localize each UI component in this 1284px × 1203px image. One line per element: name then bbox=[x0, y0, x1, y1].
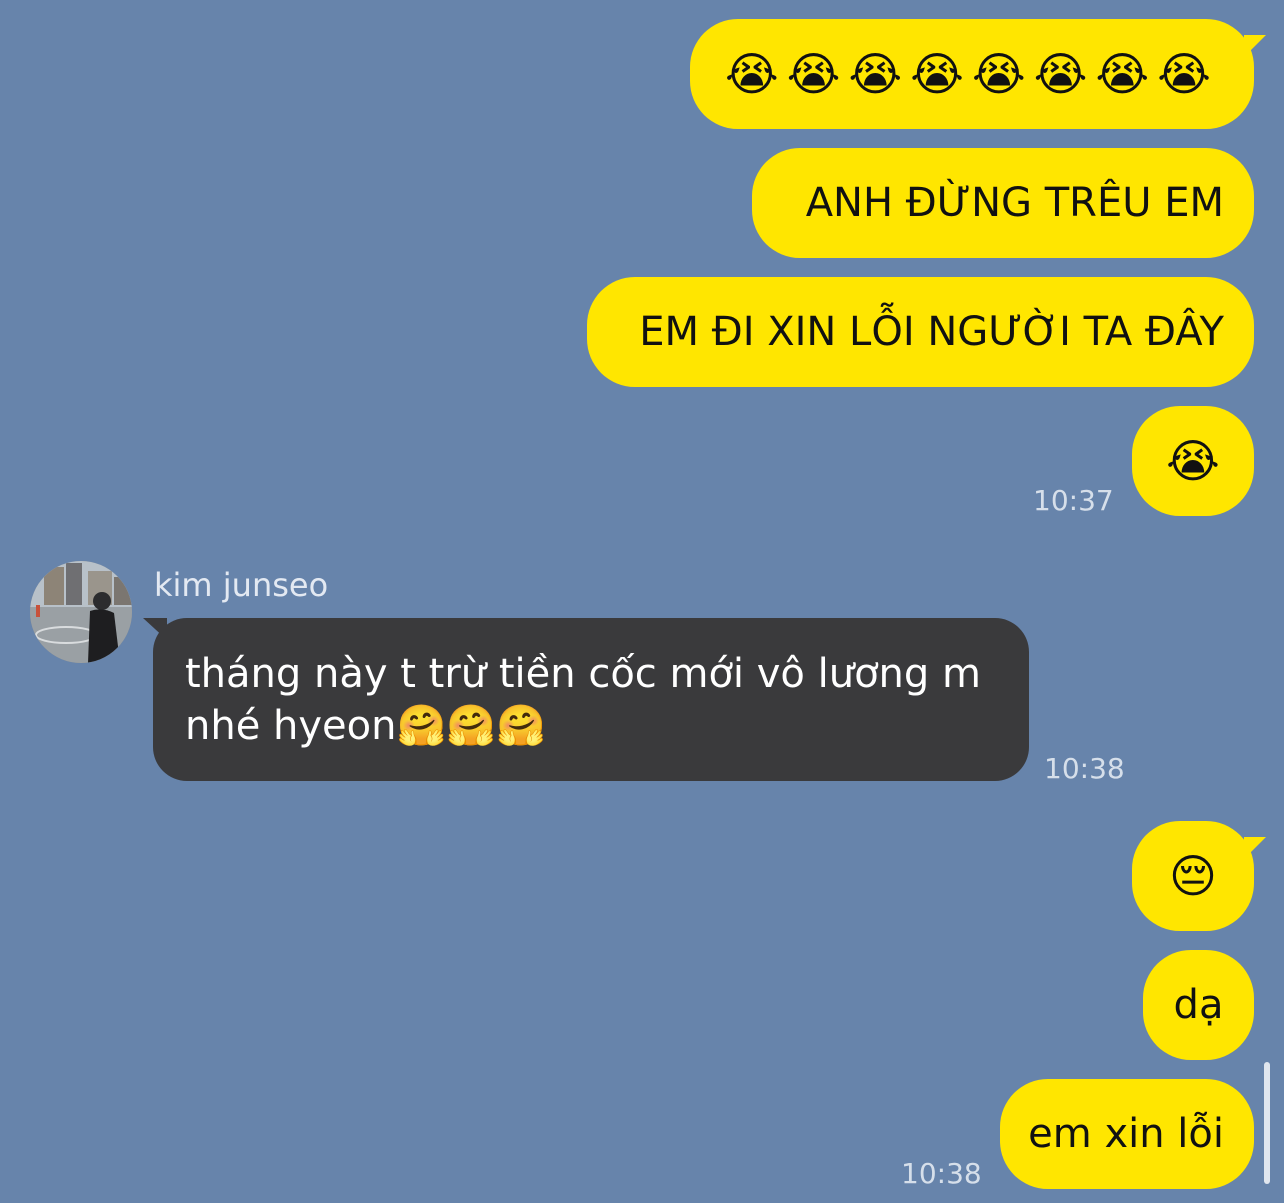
avatar-photo-icon bbox=[30, 561, 132, 663]
message-line: nhé hyeon🤗🤗🤗 bbox=[185, 702, 546, 749]
message-text: 😭 bbox=[1166, 434, 1220, 488]
message-timestamp: 10:38 bbox=[1044, 752, 1125, 785]
message-timestamp: 10:38 bbox=[901, 1157, 982, 1190]
bubble-tail bbox=[143, 618, 167, 640]
message-bubble-sent[interactable]: em xin lỗi bbox=[1000, 1079, 1254, 1189]
bubble-tail bbox=[1244, 35, 1266, 57]
message-text: dạ bbox=[1173, 982, 1224, 1028]
message-text: ANH ĐỪNG TRÊU EM bbox=[805, 180, 1224, 226]
scrollbar[interactable] bbox=[1264, 1062, 1270, 1184]
message-text: EM ĐI XIN LỖI NGƯỜI TA ĐÂY bbox=[639, 309, 1224, 355]
message-text: 😔 bbox=[1169, 849, 1217, 903]
message-bubble-sent[interactable]: 😭 bbox=[1132, 406, 1254, 516]
message-bubble-sent[interactable]: EM ĐI XIN LỖI NGƯỜI TA ĐÂY bbox=[587, 277, 1254, 387]
sender-name: kim junseo bbox=[154, 566, 329, 604]
contact-avatar[interactable] bbox=[30, 561, 132, 663]
message-timestamp: 10:37 bbox=[1033, 484, 1114, 517]
message-text: em xin lỗi bbox=[1028, 1111, 1224, 1157]
bubble-tail bbox=[1244, 837, 1266, 859]
message-bubble-sent[interactable]: dạ bbox=[1143, 950, 1254, 1060]
message-bubble-sent[interactable]: 😭😭😭😭😭😭😭😭 bbox=[690, 19, 1266, 129]
message-bubble-sent[interactable]: ANH ĐỪNG TRÊU EM bbox=[752, 148, 1254, 258]
message-line: tháng này t trừ tiền cốc mới vô lương m bbox=[185, 650, 981, 697]
message-bubble-sent[interactable]: 😔 bbox=[1132, 821, 1266, 931]
message-text: 😭😭😭😭😭😭😭😭 bbox=[725, 47, 1219, 101]
message-bubble-received[interactable]: tháng này t trừ tiền cốc mới vô lương m … bbox=[143, 618, 1029, 781]
